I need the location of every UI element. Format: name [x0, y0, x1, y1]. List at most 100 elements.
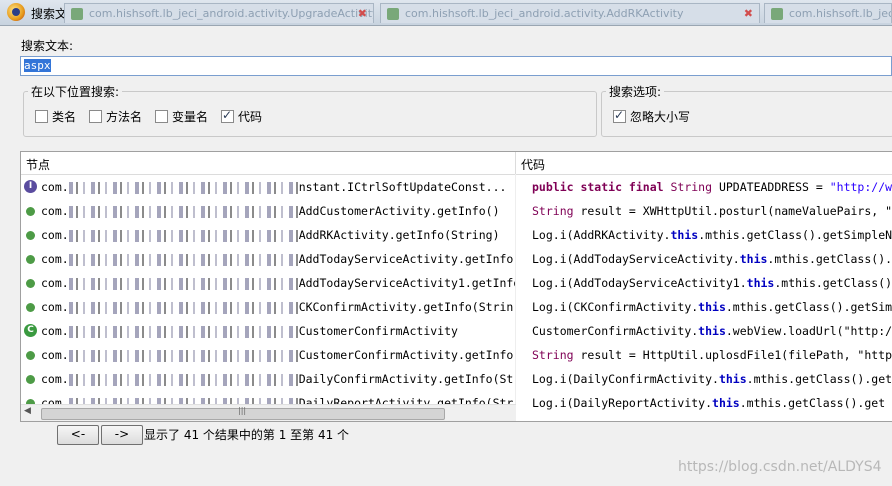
checkbox-box[interactable] [35, 110, 48, 123]
table-row[interactable]: com. DailyConfirmActivity.getInfo(St Log.i… [21, 368, 892, 392]
checkbox-label: 忽略大小写 [630, 110, 691, 124]
table-row[interactable]: Icom. nstant.ICtrlSoftUpdateConst... publi… [21, 176, 892, 200]
table-row[interactable]: com. CustomerConfirmActivity.getInfo Strin… [21, 344, 892, 368]
node-name: AddRKActivity.getInfo(String) [298, 228, 500, 242]
table-row[interactable]: com. AddRKActivity.getInfo(String) Log.i(A… [21, 224, 892, 248]
background-tab-label: com.hishsoft.lb_jeci_android.activity.Ad… [405, 7, 684, 20]
checkbox-ignore-case[interactable]: 忽略大小写 [613, 108, 690, 125]
background-tab-label: com.hishsoft.lb_jeci_android.activity.Up… [89, 7, 374, 20]
code-token: UPDATEADDRESS = [712, 180, 830, 194]
next-page-button[interactable]: -> [101, 425, 143, 445]
code-token: Log.i(CKConfirmActivity. [532, 300, 699, 314]
package-prefix: com. [41, 252, 69, 266]
close-icon[interactable]: ✖ [744, 4, 753, 23]
redacted-package-path [68, 253, 299, 266]
class-icon: C [24, 324, 37, 337]
method-icon [26, 351, 35, 360]
code-cell: Log.i(DailyReportActivity.this.mthis.get… [532, 396, 892, 410]
redacted-package-path [68, 301, 299, 314]
column-header-code[interactable]: 代码 [521, 156, 545, 173]
watermark: https://blog.csdn.net/ALDYS4 [678, 459, 882, 475]
scroll-left-icon[interactable]: ◀ [24, 406, 31, 416]
search-location-title: 在以下位置搜索: [31, 85, 120, 99]
node-name: AddTodayServiceActivity.getInfo [298, 252, 514, 266]
code-token: CustomerConfirmActivity. [532, 324, 699, 338]
method-icon [26, 279, 35, 288]
node-cell: com. AddCustomerActivity.getInfo() [41, 204, 515, 218]
search-label: 搜索文本: [21, 39, 74, 53]
scrollbar-thumb[interactable] [41, 406, 445, 420]
code-token: "http://w [829, 180, 892, 194]
method-icon [26, 255, 35, 264]
package-prefix: com. [41, 372, 69, 386]
package-prefix: com. [41, 324, 69, 338]
results-status: 显示了 41 个结果中的第 1 至第 41 个 [144, 428, 350, 442]
interface-icon: I [24, 180, 37, 193]
code-token: this [712, 396, 740, 410]
table-row[interactable]: Ccom. CustomerConfirmActivity CustomerConf… [21, 320, 892, 344]
background-tab-1[interactable]: com.hishsoft.lb_jeci_android.activity.Up… [64, 3, 374, 23]
code-cell: Log.i(AddTodayServiceActivity1.this.mthi… [532, 276, 892, 290]
package-prefix: com. [41, 180, 69, 194]
close-icon[interactable]: ✖ [358, 4, 367, 23]
code-token: result = HttpUtil.uplosdFile1(filePath, … [573, 348, 892, 362]
code-cell: Log.i(AddTodayServiceActivity.this.mthis… [532, 252, 892, 266]
table-row[interactable]: com. AddTodayServiceActivity1.getInfo Log.… [21, 272, 892, 296]
node-name: AddCustomerActivity.getInfo() [298, 204, 500, 218]
node-cell: com. AddTodayServiceActivity.getInfo [41, 252, 515, 266]
redacted-package-path [68, 373, 299, 386]
checkbox-class-name[interactable]: 类名 [35, 108, 76, 125]
checkbox-box[interactable] [89, 110, 102, 123]
java-file-icon [771, 8, 783, 20]
code-token: Log.i(DailyReportActivity. [532, 396, 713, 410]
code-token: this [698, 300, 726, 314]
results-header: 节点 代码 [21, 152, 892, 175]
table-row[interactable]: com. AddTodayServiceActivity.getInfo Log.i… [21, 248, 892, 272]
method-icon [26, 231, 35, 240]
checkbox-variable-name[interactable]: 变量名 [155, 108, 208, 125]
code-token: this [718, 372, 747, 386]
checkbox-label: 方法名 [106, 110, 143, 124]
checkbox-label: 类名 [52, 110, 77, 124]
background-tab-2[interactable]: com.hishsoft.lb_jeci_android.activity.Ad… [380, 3, 760, 23]
code-token: Log.i(DailyConfirmActivity. [532, 372, 719, 386]
node-name: DailyConfirmActivity.getInfo(St [298, 372, 514, 386]
code-cell: Log.i(DailyConfirmActivity.this.mthis.ge… [532, 372, 892, 386]
code-token: this [746, 276, 775, 290]
checkbox-box[interactable] [155, 110, 168, 123]
code-token: String [532, 204, 574, 218]
checkbox-code[interactable]: 代码 [221, 108, 262, 125]
column-header-node[interactable]: 节点 [26, 156, 50, 173]
title-bar: 搜索文本 com.hishsoft.lb_jeci_android.activi… [0, 0, 892, 26]
results-table: 节点 代码 Icom. nstant.ICtrlSoftUpdateConst..… [20, 151, 892, 422]
method-icon [26, 207, 35, 216]
checkbox-label: 变量名 [172, 110, 209, 124]
code-token: .mthis.getClass() [774, 276, 892, 290]
code-cell: String result = XWHttpUtil.posturl(nameV… [532, 204, 892, 218]
app-icon [7, 3, 25, 21]
node-cell: com. CKConfirmActivity.getInfo(Strin [41, 300, 515, 314]
column-divider[interactable] [515, 152, 516, 174]
code-token: .mthis.getClass().get [746, 372, 892, 386]
code-token: this [698, 324, 726, 338]
search-input[interactable]: aspx [20, 56, 892, 76]
table-row[interactable]: com. AddCustomerActivity.getInfo() String … [21, 200, 892, 224]
redacted-package-path [68, 205, 299, 218]
node-cell: com. AddRKActivity.getInfo(String) [41, 228, 515, 242]
background-tab-3[interactable]: com.hishsoft.lb_jeci_android.activity.Ad… [764, 3, 892, 23]
node-name: CKConfirmActivity.getInfo(Strin [298, 300, 514, 314]
checkbox-box[interactable] [613, 108, 626, 123]
checkbox-box[interactable] [221, 108, 234, 123]
code-cell: Log.i(AddRKActivity.this.mthis.getClass(… [532, 228, 892, 242]
table-row[interactable]: com. CKConfirmActivity.getInfo(Strin Log.i… [21, 296, 892, 320]
prev-page-button[interactable]: <- [57, 425, 99, 445]
checkbox-label: 代码 [238, 110, 263, 124]
node-name: CustomerConfirmActivity.getInfo [298, 348, 514, 362]
code-token: String [532, 348, 574, 362]
package-prefix: com. [41, 300, 69, 314]
code-cell: Log.i(CKConfirmActivity.this.mthis.getCl… [532, 300, 892, 314]
package-prefix: com. [41, 276, 69, 290]
horizontal-scrollbar[interactable]: ◀ [21, 404, 516, 421]
node-cell: com. AddTodayServiceActivity1.getInfo [41, 276, 515, 290]
checkbox-method-name[interactable]: 方法名 [89, 108, 142, 125]
